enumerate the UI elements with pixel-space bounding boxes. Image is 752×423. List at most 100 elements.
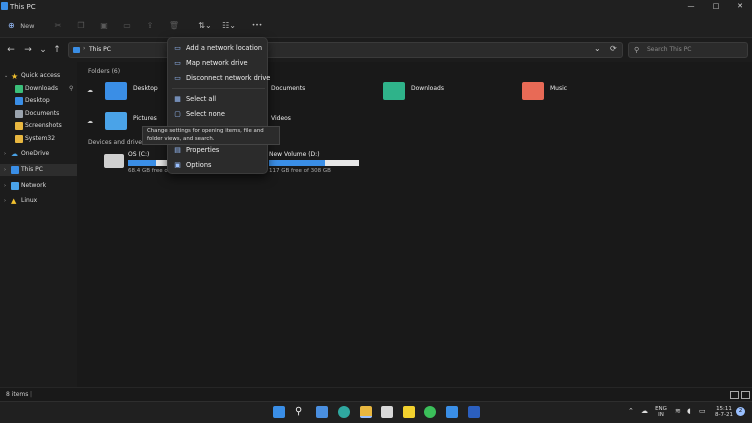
- chevron-right-icon: ›: [4, 198, 6, 204]
- wifi-icon[interactable]: ≋: [675, 408, 681, 415]
- mail-icon[interactable]: [446, 406, 458, 418]
- select-all-icon: ▦: [174, 95, 181, 103]
- pictures-folder-icon: [105, 112, 127, 130]
- tiles-view-icon[interactable]: [741, 391, 750, 399]
- sidebar-item-screenshots[interactable]: Screenshots: [0, 120, 77, 132]
- menu-item-properties[interactable]: ▤ Properties: [168, 143, 267, 157]
- new-button[interactable]: ⊕ New: [8, 19, 38, 32]
- devices-section-header[interactable]: Devices and drives (: [88, 139, 149, 146]
- windows-drive-icon: [104, 154, 124, 168]
- details-view-icon[interactable]: [730, 391, 739, 399]
- battery-icon[interactable]: ▭: [699, 408, 706, 415]
- downloads-folder-icon: [383, 82, 405, 100]
- folder-music[interactable]: Music: [522, 82, 642, 104]
- copy-icon[interactable]: ❐: [75, 19, 87, 32]
- breadcrumb[interactable]: This PC: [89, 46, 111, 53]
- folder-icon: [15, 122, 23, 130]
- breadcrumb-chevron-icon: ›: [83, 45, 86, 52]
- word-icon[interactable]: [468, 406, 480, 418]
- recent-locations-button[interactable]: ⌄: [37, 44, 49, 56]
- refresh-button[interactable]: ⟳: [610, 44, 617, 53]
- window-title: This PC: [10, 2, 36, 11]
- folder-label: Videos: [271, 115, 291, 122]
- status-bar: 8 items |: [0, 387, 752, 401]
- cloud-icon[interactable]: ☁: [641, 408, 648, 415]
- title-bar: This PC — □ ✕: [0, 0, 752, 13]
- cut-icon[interactable]: ✂: [52, 19, 64, 32]
- sidebar-item-linux[interactable]: › ▲ Linux: [0, 195, 77, 207]
- notification-badge[interactable]: 2: [736, 407, 745, 416]
- music-folder-icon: [522, 82, 544, 100]
- drive-usage-bar: [128, 160, 168, 166]
- this-pc-icon: [73, 47, 80, 53]
- close-button[interactable]: ✕: [729, 0, 751, 13]
- whatsapp-icon[interactable]: [424, 406, 436, 418]
- menu-item-select-none[interactable]: ▢ Select none: [168, 107, 267, 121]
- item-count: 8 items: [6, 391, 29, 398]
- chevron-right-icon: ›: [4, 151, 6, 157]
- view-button[interactable]: ☷⌄: [220, 19, 238, 32]
- delete-icon[interactable]: 🗑: [168, 19, 180, 32]
- store-icon[interactable]: [381, 406, 393, 418]
- clock-date: 8-7-21: [715, 412, 733, 418]
- sidebar-item-network[interactable]: › Network: [0, 180, 77, 192]
- sort-button[interactable]: ⇅⌄: [196, 19, 214, 32]
- new-plus-icon: ⊕: [8, 21, 15, 30]
- chevron-up-icon[interactable]: ⌃: [628, 408, 634, 415]
- taskbar: ⚲ ⌃ ☁ ENG IN ≋ ◖ ▭ 15:11 8-7-21 2: [0, 401, 752, 423]
- menu-item-add-network-location[interactable]: ▭ Add a network location: [168, 41, 267, 55]
- command-bar: ⊕ New ✂ ❐ ▣ ▭ ⇪ 🗑 ⇅⌄ ☷⌄ •••: [0, 13, 752, 38]
- forward-button[interactable]: →: [22, 44, 34, 56]
- sidebar-item-documents[interactable]: Documents: [0, 108, 77, 120]
- sidebar-item-quick-access[interactable]: ⌄ ★ Quick access: [0, 70, 77, 82]
- folder-label: Documents: [271, 85, 306, 92]
- sidebar-item-downloads[interactable]: Downloads ⚲: [0, 83, 77, 95]
- folder-downloads[interactable]: Downloads: [383, 82, 503, 104]
- back-button[interactable]: ←: [5, 44, 17, 56]
- sidebar-item-label: OneDrive: [21, 150, 50, 157]
- menu-item-select-all[interactable]: ▦ Select all: [168, 92, 267, 106]
- folders-section-header[interactable]: Folders (6): [88, 68, 120, 75]
- up-button[interactable]: ↑: [51, 44, 63, 56]
- paste-icon[interactable]: ▣: [98, 19, 110, 32]
- menu-item-disconnect-network-drive[interactable]: ▭ Disconnect network drive: [168, 71, 270, 85]
- task-view-icon[interactable]: [316, 406, 328, 418]
- address-bar[interactable]: › This PC ⌄ ⟳: [68, 42, 623, 58]
- search-icon[interactable]: ⚲: [295, 406, 307, 418]
- menu-item-map-network-drive[interactable]: ▭ Map network drive: [168, 56, 267, 70]
- sidebar-item-desktop[interactable]: Desktop: [0, 95, 77, 107]
- status-separator: |: [30, 391, 33, 398]
- minimize-button[interactable]: —: [680, 0, 702, 13]
- maximize-button[interactable]: □: [705, 0, 727, 13]
- clock[interactable]: 15:11 8-7-21: [713, 406, 735, 418]
- menu-item-options[interactable]: ▣ Options: [168, 158, 267, 172]
- file-explorer-icon[interactable]: [360, 406, 372, 418]
- address-dropdown-button[interactable]: ⌄: [594, 44, 601, 53]
- volume-icon[interactable]: ◖: [687, 408, 691, 415]
- drive-usage-fill: [269, 160, 325, 166]
- folder-label: Music: [550, 85, 568, 92]
- chevron-down-icon: ⌄: [4, 73, 9, 79]
- drive-free-space: 68.4 GB free o: [128, 168, 168, 174]
- more-options-button[interactable]: •••: [250, 19, 264, 32]
- documents-icon: [15, 110, 23, 118]
- sidebar-item-onedrive[interactable]: › ☁ OneDrive: [0, 148, 77, 160]
- search-input[interactable]: ⚲ Search This PC: [628, 42, 748, 58]
- sidebar-item-system32[interactable]: System32: [0, 133, 77, 145]
- search-icon: ⚲: [634, 46, 640, 54]
- sticky-notes-icon[interactable]: [403, 406, 415, 418]
- drive-name: OS (C:): [128, 151, 150, 158]
- drive-free-space: 117 GB free of 308 GB: [269, 168, 331, 174]
- menu-item-label: Add a network location: [186, 44, 263, 52]
- sidebar-item-label: Documents: [25, 110, 60, 117]
- language-indicator[interactable]: ENG IN: [653, 406, 669, 418]
- start-icon[interactable]: [273, 406, 285, 418]
- share-icon[interactable]: ⇪: [144, 19, 156, 32]
- desktop-icon: [15, 97, 23, 105]
- sidebar-item-this-pc[interactable]: › This PC: [0, 164, 77, 176]
- chevron-right-icon: ›: [4, 183, 6, 189]
- rename-icon[interactable]: ▭: [121, 19, 133, 32]
- disconnect-drive-icon: ▭: [174, 74, 181, 82]
- drive-usage-fill: [128, 160, 156, 166]
- edge-icon[interactable]: [338, 406, 350, 418]
